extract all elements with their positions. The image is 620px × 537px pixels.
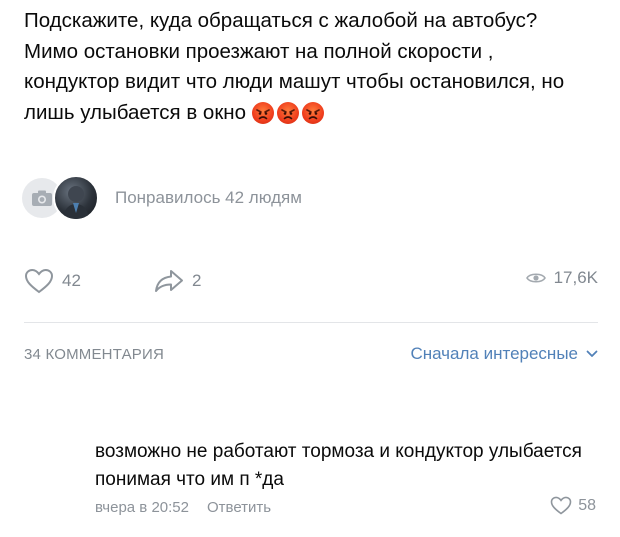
comments-count: 34 КОММЕНТАРИЯ: [24, 346, 165, 363]
view-count: 17,6K: [553, 268, 598, 287]
post-actions: 42 2 17,6K: [24, 268, 598, 298]
comment-meta: вчера в 20:52 Ответить: [95, 499, 271, 516]
eye-icon: [525, 273, 546, 283]
angry-face-icon: [252, 101, 275, 124]
likes-summary[interactable]: Понравилось 42 людям: [22, 175, 302, 221]
avatar[interactable]: [53, 175, 99, 221]
share-count: 2: [192, 271, 202, 290]
divider: [24, 322, 598, 323]
likes-summary-text: Понравилось 42 людям: [115, 188, 302, 207]
sort-dropdown[interactable]: Сначала интересные: [410, 344, 598, 364]
heart-icon: [550, 496, 572, 515]
share-icon: [155, 270, 183, 292]
heart-icon: [24, 268, 54, 294]
like-count: 42: [62, 271, 81, 290]
emoji-group: [252, 101, 325, 124]
reply-button[interactable]: Ответить: [207, 499, 271, 516]
comment-like-count: 58: [578, 496, 596, 514]
comment-like-button[interactable]: 58: [550, 496, 596, 515]
angry-face-icon: [302, 101, 325, 124]
comment-text: возможно не работают тормоза и кондуктор…: [95, 441, 582, 490]
views-counter: 17,6K: [525, 268, 598, 288]
sort-label: Сначала интересные: [410, 344, 578, 363]
like-button[interactable]: 42: [24, 268, 81, 294]
comment-time: вчера в 20:52: [95, 499, 189, 516]
angry-face-icon: [277, 101, 300, 124]
chevron-down-icon: [586, 350, 598, 357]
post-text: Подскажите, куда обращаться с жалобой на…: [24, 6, 584, 128]
share-button[interactable]: 2: [154, 268, 201, 294]
camera-icon: [32, 190, 52, 206]
